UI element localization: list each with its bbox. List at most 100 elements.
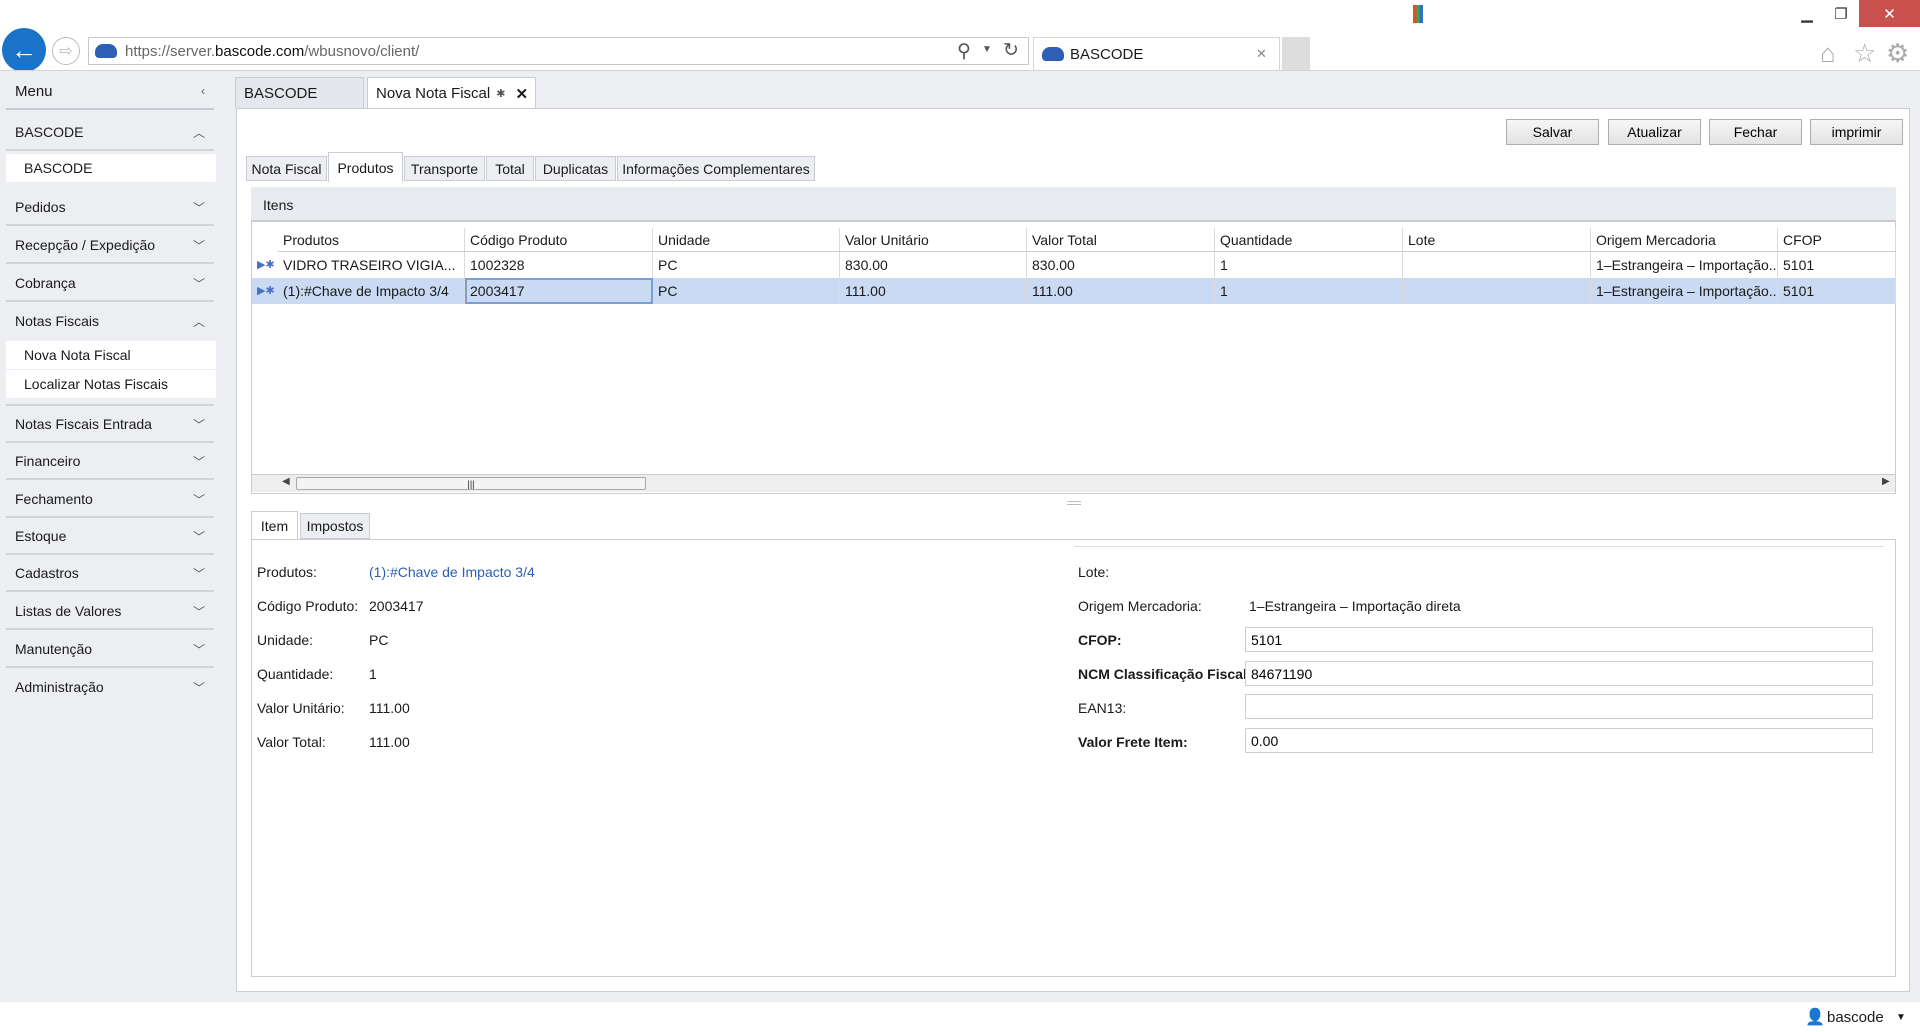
table-cell[interactable]: 5101 <box>1778 252 1896 278</box>
home-icon[interactable]: ⌂ <box>1820 38 1836 69</box>
user-name[interactable]: bascode <box>1827 1009 1884 1026</box>
salvar-button[interactable]: Salvar <box>1506 119 1599 145</box>
table-cell[interactable]: 1 <box>1215 278 1403 304</box>
table-cell[interactable]: 830.00 <box>1027 252 1215 278</box>
favorites-star-icon[interactable]: ☆ <box>1853 38 1876 69</box>
sidebar-group-nf-entrada[interactable]: Notas Fiscais Entrada ﹀ <box>6 407 214 443</box>
group-label: Estoque <box>15 528 67 544</box>
settings-gear-icon[interactable]: ⚙ <box>1886 38 1909 69</box>
table-cell[interactable]: 111.00 <box>840 278 1027 304</box>
table-cell[interactable]: 111.00 <box>1027 278 1215 304</box>
sidebar-group-bascode[interactable]: BASCODE ︿ <box>6 115 214 151</box>
table-cell[interactable] <box>1403 278 1591 304</box>
sidebar-header: Menu ‹ <box>6 74 214 110</box>
search-icon[interactable]: ⚲ <box>957 40 971 63</box>
atualizar-button[interactable]: Atualizar <box>1608 119 1701 145</box>
tab-nota-fiscal[interactable]: Nota Fiscal <box>246 156 327 181</box>
new-tab-button[interactable] <box>1282 37 1310 70</box>
column-header[interactable]: Lote <box>1403 228 1591 252</box>
tab-transporte[interactable]: Transporte <box>404 156 485 181</box>
close-tab-icon[interactable]: ✕ <box>1256 46 1267 62</box>
table-cell[interactable]: PC <box>653 278 840 304</box>
app-logo-icon <box>1413 5 1423 23</box>
close-window-button[interactable]: ✕ <box>1859 0 1920 27</box>
group-label: Pedidos <box>15 199 66 215</box>
cfop-input[interactable] <box>1245 627 1873 652</box>
forward-button[interactable]: ⇨ <box>52 37 80 65</box>
sidebar-group-recepcao[interactable]: Recepção / Expedição ﹀ <box>6 228 214 264</box>
table-cell[interactable]: 1002328 <box>465 252 653 278</box>
tab-informacoes-complementares[interactable]: Informações Complementares <box>617 156 815 181</box>
tab-total[interactable]: Total <box>486 156 534 181</box>
divider <box>1074 546 1884 547</box>
collapse-sidebar-icon[interactable]: ‹ <box>201 84 205 98</box>
user-menu-caret-icon[interactable]: ▼ <box>1896 1012 1906 1023</box>
sidebar-group-cadastros[interactable]: Cadastros ﹀ <box>6 556 214 592</box>
column-header[interactable]: Origem Mercadoria <box>1591 228 1778 252</box>
sidebar-group-administracao[interactable]: Administração ﹀ <box>6 669 214 705</box>
ean13-input[interactable] <box>1245 694 1873 719</box>
ean13-label: EAN13: <box>1078 700 1127 716</box>
chevron-down-icon: ﹀ <box>192 529 205 544</box>
site-cloud-icon <box>1042 47 1064 61</box>
table-cell[interactable]: 830.00 <box>840 252 1027 278</box>
valor-frete-input[interactable] <box>1245 728 1873 753</box>
tab-item[interactable]: Item <box>251 511 298 540</box>
sidebar-item-bascode[interactable]: BASCODE <box>6 154 216 182</box>
fechar-button[interactable]: Fechar <box>1709 119 1802 145</box>
column-header[interactable]: Código Produto <box>465 228 653 252</box>
table-cell[interactable]: 2003417 <box>465 278 653 304</box>
table-cell[interactable]: VIDRO TRASEIRO VIGIA... <box>278 252 465 278</box>
sidebar-group-financeiro[interactable]: Financeiro ﹀ <box>6 444 214 480</box>
tab-impostos[interactable]: Impostos <box>300 513 370 539</box>
refresh-icon[interactable]: ↻ <box>1003 39 1019 62</box>
sidebar-group-estoque[interactable]: Estoque ﹀ <box>6 519 214 555</box>
lote-label: Lote: <box>1078 564 1110 580</box>
sidebar-group-cobranca[interactable]: Cobrança ﹀ <box>6 266 214 302</box>
table-cell[interactable]: 1–Estrangeira – Importação... <box>1591 278 1778 304</box>
address-bar[interactable]: https://server. bascode.com/wbusnovo/clie… <box>88 37 1029 65</box>
table-cell[interactable]: PC <box>653 252 840 278</box>
restore-button[interactable]: ❐ <box>1818 0 1864 27</box>
column-header[interactable]: Unidade <box>653 228 840 252</box>
modified-indicator-icon: ✱ <box>496 88 506 100</box>
table-cell[interactable]: 1 <box>1215 252 1403 278</box>
field-value[interactable]: (1):#Chave de Impacto 3/4 <box>369 564 535 580</box>
sidebar-item-nova-nota-fiscal[interactable]: Nova Nota Fiscal <box>6 341 216 369</box>
scroll-right-icon[interactable]: ▶ <box>1882 476 1890 487</box>
sidebar-group-fechamento[interactable]: Fechamento ﹀ <box>6 482 214 518</box>
tab-duplicatas[interactable]: Duplicatas <box>535 156 616 181</box>
column-header[interactable]: CFOP <box>1778 228 1896 252</box>
browser-tab-title: BASCODE <box>1070 45 1144 63</box>
browser-tab[interactable]: BASCODE ✕ <box>1033 37 1280 70</box>
table-cell[interactable] <box>1403 252 1591 278</box>
column-header[interactable]: Quantidade <box>1215 228 1403 252</box>
tab-nova-nota-fiscal[interactable]: Nova Nota Fiscal ✱ ✕ <box>367 77 536 109</box>
imprimir-button[interactable]: imprimir <box>1810 119 1903 145</box>
ncm-input[interactable] <box>1245 661 1873 686</box>
table-cell[interactable]: 1–Estrangeira – Importação... <box>1591 252 1778 278</box>
tab-produtos[interactable]: Produtos <box>328 152 403 182</box>
sidebar-group-pedidos[interactable]: Pedidos ﹀ <box>6 190 214 226</box>
field-label: Quantidade: <box>257 666 334 682</box>
sidebar-group-manutencao[interactable]: Manutenção ﹀ <box>6 632 214 668</box>
table-cell[interactable]: 5101 <box>1778 278 1896 304</box>
origem-value: 1–Estrangeira – Importação direta <box>1249 598 1461 614</box>
scrollbar-thumb[interactable]: ||| <box>296 477 646 490</box>
scroll-left-icon[interactable]: ◀ <box>282 476 290 487</box>
chevron-down-icon: ﹀ <box>192 454 205 469</box>
field-label: Código Produto: <box>257 598 359 614</box>
splitter-handle[interactable] <box>1067 501 1081 505</box>
column-header[interactable]: Produtos <box>278 228 465 252</box>
back-button[interactable]: ← <box>2 28 46 72</box>
chevron-down-icon: ﹀ <box>192 276 205 291</box>
close-tab-icon[interactable]: ✕ <box>515 85 528 103</box>
sidebar-item-localizar-notas[interactable]: Localizar Notas Fiscais <box>6 370 216 398</box>
dropdown-icon[interactable]: ▼ <box>982 44 992 55</box>
table-cell[interactable]: (1):#Chave de Impacto 3/4 <box>278 278 465 304</box>
column-header[interactable]: Valor Total <box>1027 228 1215 252</box>
sidebar-group-listas[interactable]: Listas de Valores ﹀ <box>6 594 214 630</box>
column-header[interactable]: Valor Unitário <box>840 228 1027 252</box>
tab-bascode[interactable]: BASCODE <box>235 77 364 108</box>
sidebar-group-notas-fiscais[interactable]: Notas Fiscais ︿ <box>6 303 214 339</box>
